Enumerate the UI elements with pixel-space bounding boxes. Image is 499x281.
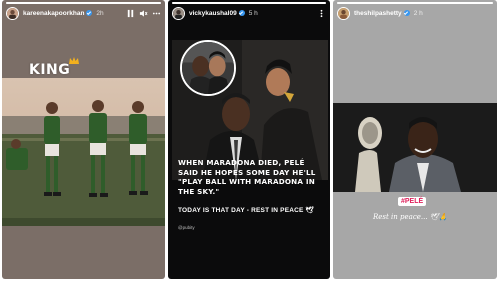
story-header: kareenakapoorkhan 2h <box>6 5 161 21</box>
story-progress-bar <box>6 2 161 4</box>
crown-icon <box>69 57 79 64</box>
story-credit[interactable]: @pubity <box>178 225 195 230</box>
avatar[interactable] <box>6 6 19 20</box>
story-progress-bar <box>337 2 493 4</box>
team-photo <box>2 78 165 226</box>
avatar[interactable] <box>172 6 185 20</box>
story-caption-sub: TODAY IS THAT DAY - REST IN PEACE 🕊 <box>178 207 315 214</box>
story-progress-fill <box>6 2 161 4</box>
story-username[interactable]: kareenakapoorkhan <box>23 10 84 17</box>
more-icon[interactable] <box>151 8 161 18</box>
avatar[interactable] <box>337 6 350 20</box>
story-panel-shilpa[interactable]: theshilpashetty 2 h #PELÉ Rest in peace.… <box>333 0 497 279</box>
story-panel-vicky[interactable]: vickykaushal09 5 h WHEN MARADONA DIED, P… <box>168 0 330 279</box>
story-timestamp: 2 h <box>413 9 423 17</box>
story-username[interactable]: theshilpashetty <box>354 10 402 17</box>
more-icon[interactable] <box>316 8 326 18</box>
story-message: Rest in peace... 🕊🙏 <box>373 213 448 221</box>
story-header: vickykaushal09 5 h <box>172 5 326 21</box>
story-progress-fill <box>172 2 326 4</box>
story-progress-bar <box>172 2 326 4</box>
pele-trophy-photo <box>333 103 497 192</box>
pause-icon[interactable] <box>125 8 135 18</box>
story-panel-kareena[interactable]: kareenakapoorkhan 2h KING <box>2 0 165 279</box>
story-caption: WHEN MARADONA DIED, PELÉ SAID HE HOPES S… <box>178 158 316 196</box>
story-overlay-text: KING <box>29 62 71 78</box>
story-timestamp: 5 h <box>248 9 258 17</box>
verified-badge-icon <box>86 10 93 16</box>
inset-photo <box>180 40 236 96</box>
mute-icon[interactable] <box>138 8 148 18</box>
story-header: theshilpashetty 2 h <box>337 5 493 21</box>
verified-badge-icon <box>238 10 245 16</box>
story-progress-fill <box>337 2 493 4</box>
story-timestamp: 2h <box>96 9 104 17</box>
story-username[interactable]: vickykaushal09 <box>189 10 237 17</box>
verified-badge-icon <box>403 10 410 16</box>
hashtag-sticker[interactable]: #PELÉ <box>398 197 427 206</box>
